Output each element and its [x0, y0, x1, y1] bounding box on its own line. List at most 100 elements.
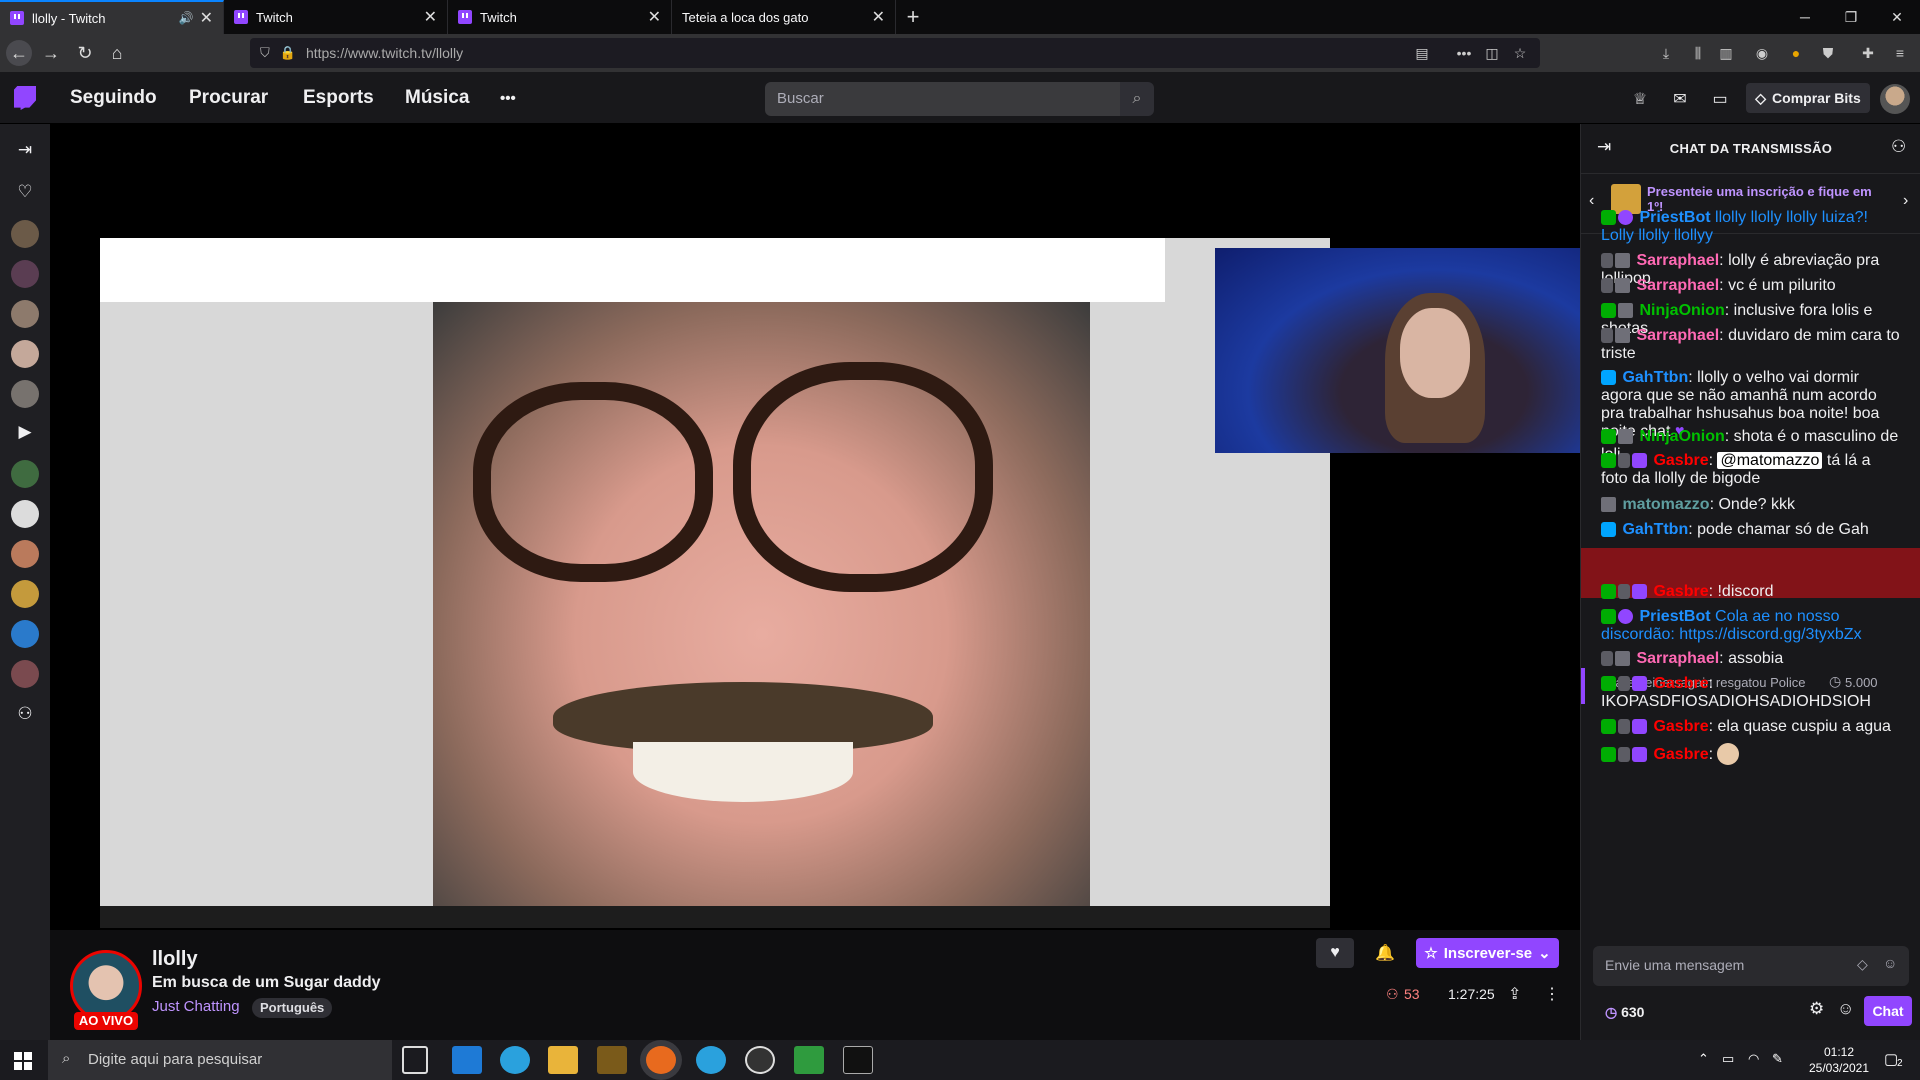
badge-icon[interactable]	[1618, 453, 1630, 468]
share-icon[interactable]: ⇪	[1508, 984, 1521, 1004]
community-icon[interactable]: ⚇	[1891, 137, 1906, 157]
verified-bot-badge-icon[interactable]	[1618, 609, 1633, 624]
subscriber-badge-icon[interactable]	[1615, 278, 1630, 293]
notepad-app-icon[interactable]	[794, 1046, 824, 1074]
tray-chevron-up-icon[interactable]: ⌃	[1698, 1051, 1709, 1067]
browser-tab-2[interactable]: Twitch ✕	[224, 0, 448, 34]
restore-icon[interactable]: ❐	[1828, 0, 1874, 34]
subscriber-badge-icon[interactable]	[1615, 253, 1630, 268]
channel-avatar[interactable]	[11, 660, 39, 688]
chat-username[interactable]: GahTtbn	[1622, 369, 1688, 386]
browser-tab-1[interactable]: llolly - Twitch 🔊 ✕	[0, 0, 224, 34]
shield-extension-icon[interactable]: ⛊	[1818, 43, 1838, 63]
moderator-badge-icon[interactable]	[1601, 584, 1616, 599]
more-options-icon[interactable]: ⋮	[1544, 984, 1560, 1004]
user-avatar[interactable]	[1880, 84, 1910, 114]
chat-username[interactable]: GahTtbn	[1622, 521, 1688, 538]
account-icon[interactable]: ◉	[1752, 43, 1772, 63]
emote-picker-icon[interactable]: ☺	[1883, 955, 1897, 971]
subscriber-badge-icon[interactable]	[1618, 303, 1633, 318]
extension-icon[interactable]: ●	[1786, 43, 1806, 63]
sub-gifter-badge-icon[interactable]	[1632, 676, 1647, 691]
battery-icon[interactable]: ▭	[1722, 1051, 1734, 1067]
badge-icon[interactable]	[1618, 747, 1630, 762]
mail-app-icon[interactable]	[452, 1046, 482, 1074]
telegram-app-icon[interactable]	[696, 1046, 726, 1074]
terminal-app-icon[interactable]	[843, 1046, 873, 1074]
chat-username[interactable]: Sarraphael	[1636, 277, 1719, 294]
page-actions-icon[interactable]: •••	[1454, 43, 1474, 63]
firefox-app-icon[interactable]	[646, 1046, 676, 1074]
moderator-badge-icon[interactable]	[1601, 453, 1616, 468]
crown-icon[interactable]: ♕	[1630, 90, 1650, 108]
moderator-badge-icon[interactable]	[1601, 719, 1616, 734]
chat-username[interactable]: Gasbre	[1653, 583, 1708, 600]
library-icon[interactable]: ⫼	[1688, 43, 1708, 63]
verified-bot-badge-icon[interactable]	[1618, 210, 1633, 225]
network-icon[interactable]: ◠	[1748, 1051, 1759, 1067]
video-player[interactable]	[50, 124, 1580, 930]
notification-bell-icon[interactable]: 🔔	[1366, 938, 1404, 968]
minimize-icon[interactable]: ─	[1782, 0, 1828, 34]
close-tab-icon[interactable]: ✕	[200, 8, 213, 28]
subscriber-badge-icon[interactable]	[1601, 497, 1616, 512]
reader-view-icon[interactable]: ▤	[1412, 43, 1432, 63]
chat-message-input[interactable]: Envie uma mensagem ◇ ☺	[1593, 946, 1909, 986]
sub-gifter-badge-icon[interactable]	[1632, 584, 1647, 599]
badge-icon[interactable]	[1601, 651, 1613, 666]
extensions-puzzle-icon[interactable]: ✚	[1858, 43, 1878, 63]
file-explorer-icon[interactable]	[548, 1046, 578, 1074]
twitch-logo-icon[interactable]	[14, 86, 36, 110]
stream-category[interactable]: Just Chatting	[152, 998, 240, 1015]
taskbar-search-input[interactable]: ⌕ Digite aqui para pesquisar	[48, 1040, 392, 1080]
url-bar[interactable]: ⛉ 🔒 https://www.twitch.tv/llolly	[250, 38, 1540, 68]
subscribe-button[interactable]: ☆ Inscrever-se ⌄	[1416, 938, 1559, 968]
moderator-badge-icon[interactable]	[1601, 210, 1616, 225]
download-icon[interactable]: ⤓	[1656, 43, 1676, 63]
channel-avatar[interactable]	[11, 580, 39, 608]
close-tab-icon[interactable]: ✕	[648, 7, 661, 27]
chat-send-button[interactable]: Chat	[1864, 996, 1912, 1026]
bookmark-star-icon[interactable]: ☆	[1510, 43, 1530, 63]
channel-avatar[interactable]	[11, 540, 39, 568]
moderator-badge-icon[interactable]	[1601, 429, 1616, 444]
chat-mention[interactable]: @matomazzo	[1717, 452, 1823, 469]
channel-avatar[interactable]	[11, 300, 39, 328]
channel-avatar[interactable]	[11, 220, 39, 248]
chat-username[interactable]: Gasbre	[1653, 675, 1708, 692]
channel-avatar[interactable]	[11, 260, 39, 288]
sub-gifter-badge-icon[interactable]	[1632, 719, 1647, 734]
nav-esports[interactable]: Esports	[303, 87, 374, 109]
chat-username[interactable]: Sarraphael	[1636, 252, 1719, 269]
subscriber-badge-icon[interactable]	[1615, 651, 1630, 666]
channel-avatar[interactable]	[11, 340, 39, 368]
browser-tab-3[interactable]: Twitch ✕	[448, 0, 672, 34]
chat-username[interactable]: PriestBot	[1639, 209, 1710, 226]
expand-sidebar-icon[interactable]: ⇥	[15, 140, 35, 160]
channel-avatar[interactable]	[11, 380, 39, 408]
chat-username[interactable]: NinjaOnion	[1639, 302, 1724, 319]
channel-avatar[interactable]	[11, 620, 39, 648]
telegram-app-icon[interactable]	[500, 1046, 530, 1074]
badge-icon[interactable]	[1601, 328, 1613, 343]
home-icon[interactable]: ⌂	[104, 40, 130, 66]
nav-browse[interactable]: Procurar	[189, 87, 268, 109]
prime-crown-badge-icon[interactable]	[1601, 370, 1616, 385]
channel-name[interactable]: llolly	[152, 948, 198, 971]
shield-icon[interactable]: ⛉	[260, 45, 270, 61]
prime-crown-badge-icon[interactable]	[1601, 522, 1616, 537]
back-icon[interactable]: ←	[6, 40, 32, 66]
obs-app-icon[interactable]	[745, 1046, 775, 1074]
close-tab-icon[interactable]: ✕	[872, 7, 885, 27]
friends-icon[interactable]: ⚇	[15, 704, 35, 724]
nav-music[interactable]: Música	[405, 87, 469, 109]
moderator-badge-icon[interactable]	[1601, 609, 1616, 624]
subscriber-badge-icon[interactable]	[1618, 429, 1633, 444]
subscriber-badge-icon[interactable]	[1615, 328, 1630, 343]
badge-icon[interactable]	[1618, 676, 1630, 691]
close-window-icon[interactable]: ✕	[1874, 0, 1920, 34]
badge-icon[interactable]	[1618, 719, 1630, 734]
inbox-icon[interactable]: ✉	[1670, 90, 1690, 108]
reload-icon[interactable]: ↻	[72, 40, 98, 66]
follow-heart-icon[interactable]: ♥	[1316, 938, 1354, 968]
